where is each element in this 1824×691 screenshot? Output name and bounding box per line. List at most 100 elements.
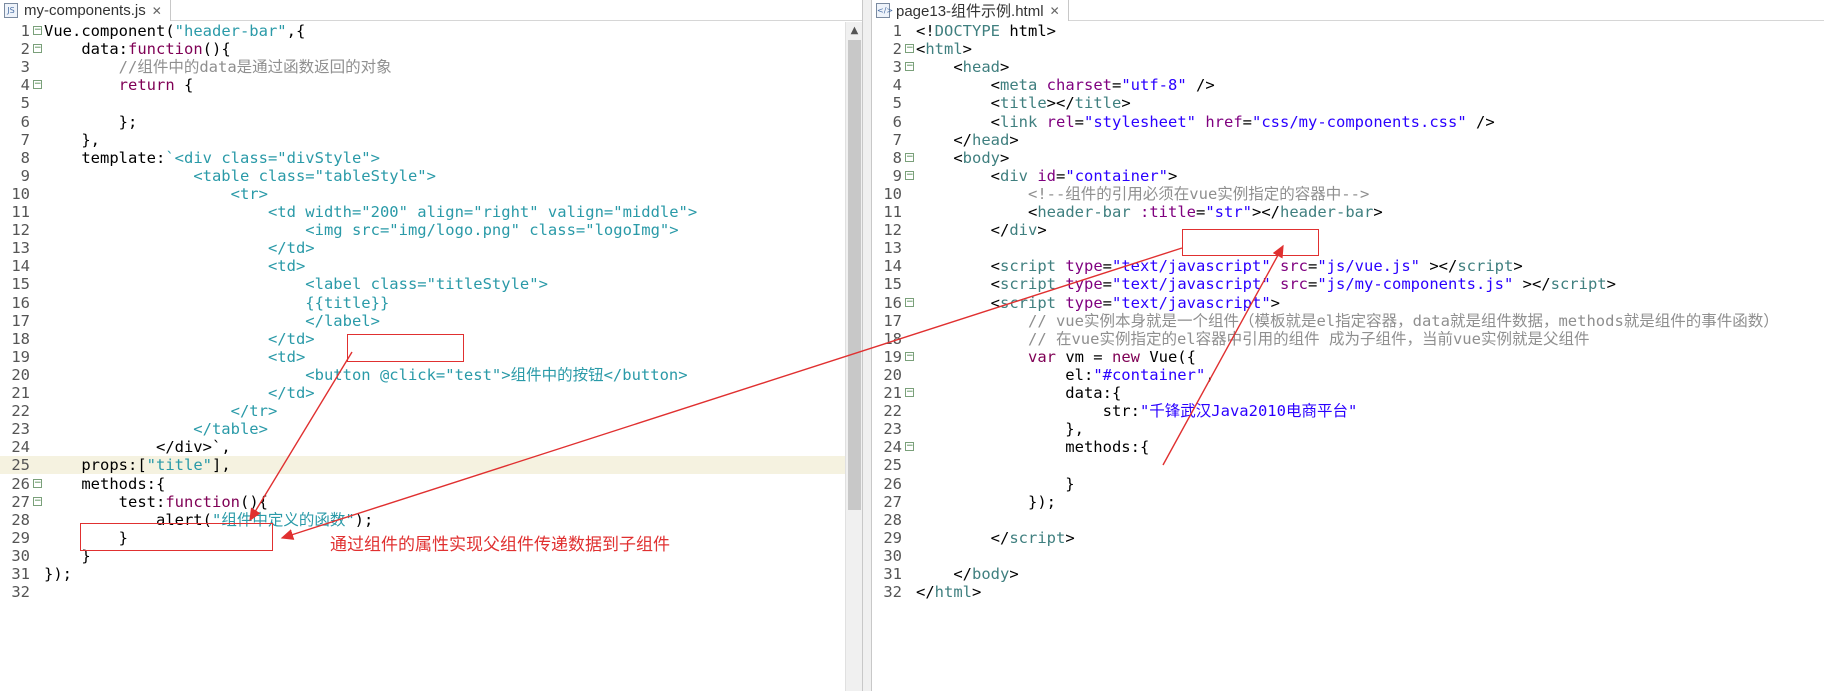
code-token: script [1457, 257, 1514, 276]
code-token: <td> [44, 347, 306, 366]
code-token: // 在vue实例指定的el容器中引用的组件 成为子组件，当前vue实例就是父组… [916, 329, 1590, 348]
line-number: 26 [11, 474, 30, 493]
code-text: test:function(){ [44, 493, 268, 511]
code-text: <script type="text/javascript" src="js/v… [916, 257, 1523, 275]
code-token: <label class="titleStyle"> [44, 275, 548, 294]
code-token: //组件中的data是通过函数返回的对象 [44, 58, 392, 77]
code-token: ></ [1252, 203, 1281, 221]
line-number: 20 [11, 365, 30, 384]
line-number: 12 [11, 221, 30, 240]
code-token: </tr> [44, 402, 278, 421]
code-token: < [916, 203, 1038, 221]
fold-toggle-icon[interactable]: − [33, 26, 42, 36]
scrollbar-thumb[interactable] [848, 40, 861, 510]
code-token: type [1065, 275, 1103, 294]
code-token: </ [916, 583, 935, 602]
code-editor-html[interactable]: 1 <!DOCTYPE html> 2− <html> 3− <head> 4 <meta… [872, 22, 1824, 691]
code-token: , [221, 438, 231, 457]
code-token: // vue实例本身就是一个组件（模板就是el指定容器，data就是组件数据，m… [916, 311, 1779, 330]
code-line: 25 [872, 456, 1824, 474]
code-line: 8 template:`<div class="divStyle"> [0, 149, 870, 167]
code-token: ></ [1513, 275, 1551, 294]
code-line: 8− <body> [872, 149, 1824, 167]
code-token: > [1513, 257, 1523, 276]
code-text: }; [44, 113, 138, 131]
code-line: 20 <button @click="test">组件中的按钮</button> [0, 366, 870, 384]
code-line: 10 <!--组件的引用必须在vue实例指定的容器中--> [872, 185, 1824, 203]
code-token: <!--组件的引用必须在vue实例指定的容器中--> [916, 184, 1370, 203]
code-token: "js/my-components.js" [1317, 275, 1514, 294]
js-file-icon: JS [4, 3, 18, 18]
code-token: < [916, 112, 1000, 131]
fold-toggle-icon[interactable]: − [905, 388, 914, 398]
line-number: 2 [20, 40, 30, 59]
code-token: methods:{ [916, 438, 1150, 457]
code-token: "js/vue.js" [1317, 257, 1420, 276]
close-icon[interactable]: ✕ [152, 4, 162, 18]
line-number: 14 [11, 257, 30, 276]
fold-toggle-icon[interactable]: − [33, 478, 42, 488]
line-number: 17 [883, 311, 902, 330]
code-line: 23 }, [872, 420, 1824, 438]
code-token: <table class="tableStyle"> [193, 166, 436, 185]
code-token: {{title}} [44, 293, 390, 312]
line-number: 1 [20, 22, 30, 40]
code-token: function [128, 40, 203, 59]
code-line: 14 <td> [0, 257, 870, 275]
fold-toggle-icon[interactable]: − [33, 496, 42, 506]
code-token: = [1056, 166, 1066, 185]
fold-toggle-icon[interactable]: − [33, 80, 42, 90]
code-token: <! [916, 22, 935, 40]
fold-toggle-icon[interactable]: − [905, 297, 914, 307]
line-number: 8 [20, 148, 30, 167]
fold-toggle-icon[interactable]: − [33, 44, 42, 54]
fold-toggle-icon[interactable]: − [905, 170, 914, 180]
line-number: 11 [883, 203, 902, 221]
code-token: "text/javascript" [1112, 275, 1271, 294]
tab-page13-html[interactable]: </> page13-组件示例.html ✕ [872, 0, 1069, 21]
code-token: < [916, 94, 1000, 113]
line-number: 13 [883, 239, 902, 258]
pane-splitter[interactable] [862, 0, 872, 691]
line-number: 6 [20, 112, 30, 131]
code-token: "container" [1065, 166, 1169, 185]
code-token: ], [211, 456, 231, 475]
fold-toggle-icon[interactable]: − [905, 62, 914, 72]
line-number: 27 [11, 492, 30, 511]
code-line: 27− test:function(){ [0, 493, 870, 511]
scroll-up-icon[interactable]: ▲ [846, 22, 863, 39]
tab-my-components-js[interactable]: JS my-components.js ✕ [0, 0, 171, 21]
close-icon[interactable]: ✕ [1050, 4, 1060, 18]
fold-toggle-icon[interactable]: − [905, 44, 914, 54]
fold-toggle-icon[interactable]: − [905, 351, 914, 361]
fold-toggle-icon[interactable]: − [905, 442, 914, 452]
code-token: < [916, 166, 1000, 185]
code-text: template:`<div class="divStyle"> [44, 149, 380, 167]
code-token: > [1065, 528, 1075, 547]
code-line: 24 </div>`, [0, 438, 870, 456]
code-text: </td> [44, 384, 315, 402]
code-text: <meta charset="utf-8" /> [916, 76, 1215, 94]
code-text: </table> [44, 420, 268, 438]
code-text: // vue实例本身就是一个组件（模板就是el指定容器，data就是组件数据，m… [916, 312, 1779, 330]
code-text: el:"#container", [916, 366, 1214, 384]
vertical-scrollbar[interactable]: ▲ [845, 22, 862, 691]
code-text: data:function(){ [44, 40, 230, 59]
line-number: 27 [883, 492, 902, 511]
code-token: str: [916, 402, 1140, 421]
line-number: 25 [883, 456, 902, 475]
fold-toggle-icon[interactable]: − [905, 152, 914, 162]
line-number: 22 [11, 402, 30, 421]
code-token: `<div class="divStyle"> [165, 148, 380, 167]
code-token: type [1065, 293, 1103, 312]
code-token: > [1606, 275, 1616, 294]
code-token: </table> [44, 420, 268, 439]
line-number: 23 [883, 420, 902, 439]
code-token: = [1102, 257, 1113, 276]
code-token: body [972, 565, 1010, 583]
line-number: 32 [11, 583, 30, 602]
code-line: 26− methods:{ [0, 475, 870, 493]
